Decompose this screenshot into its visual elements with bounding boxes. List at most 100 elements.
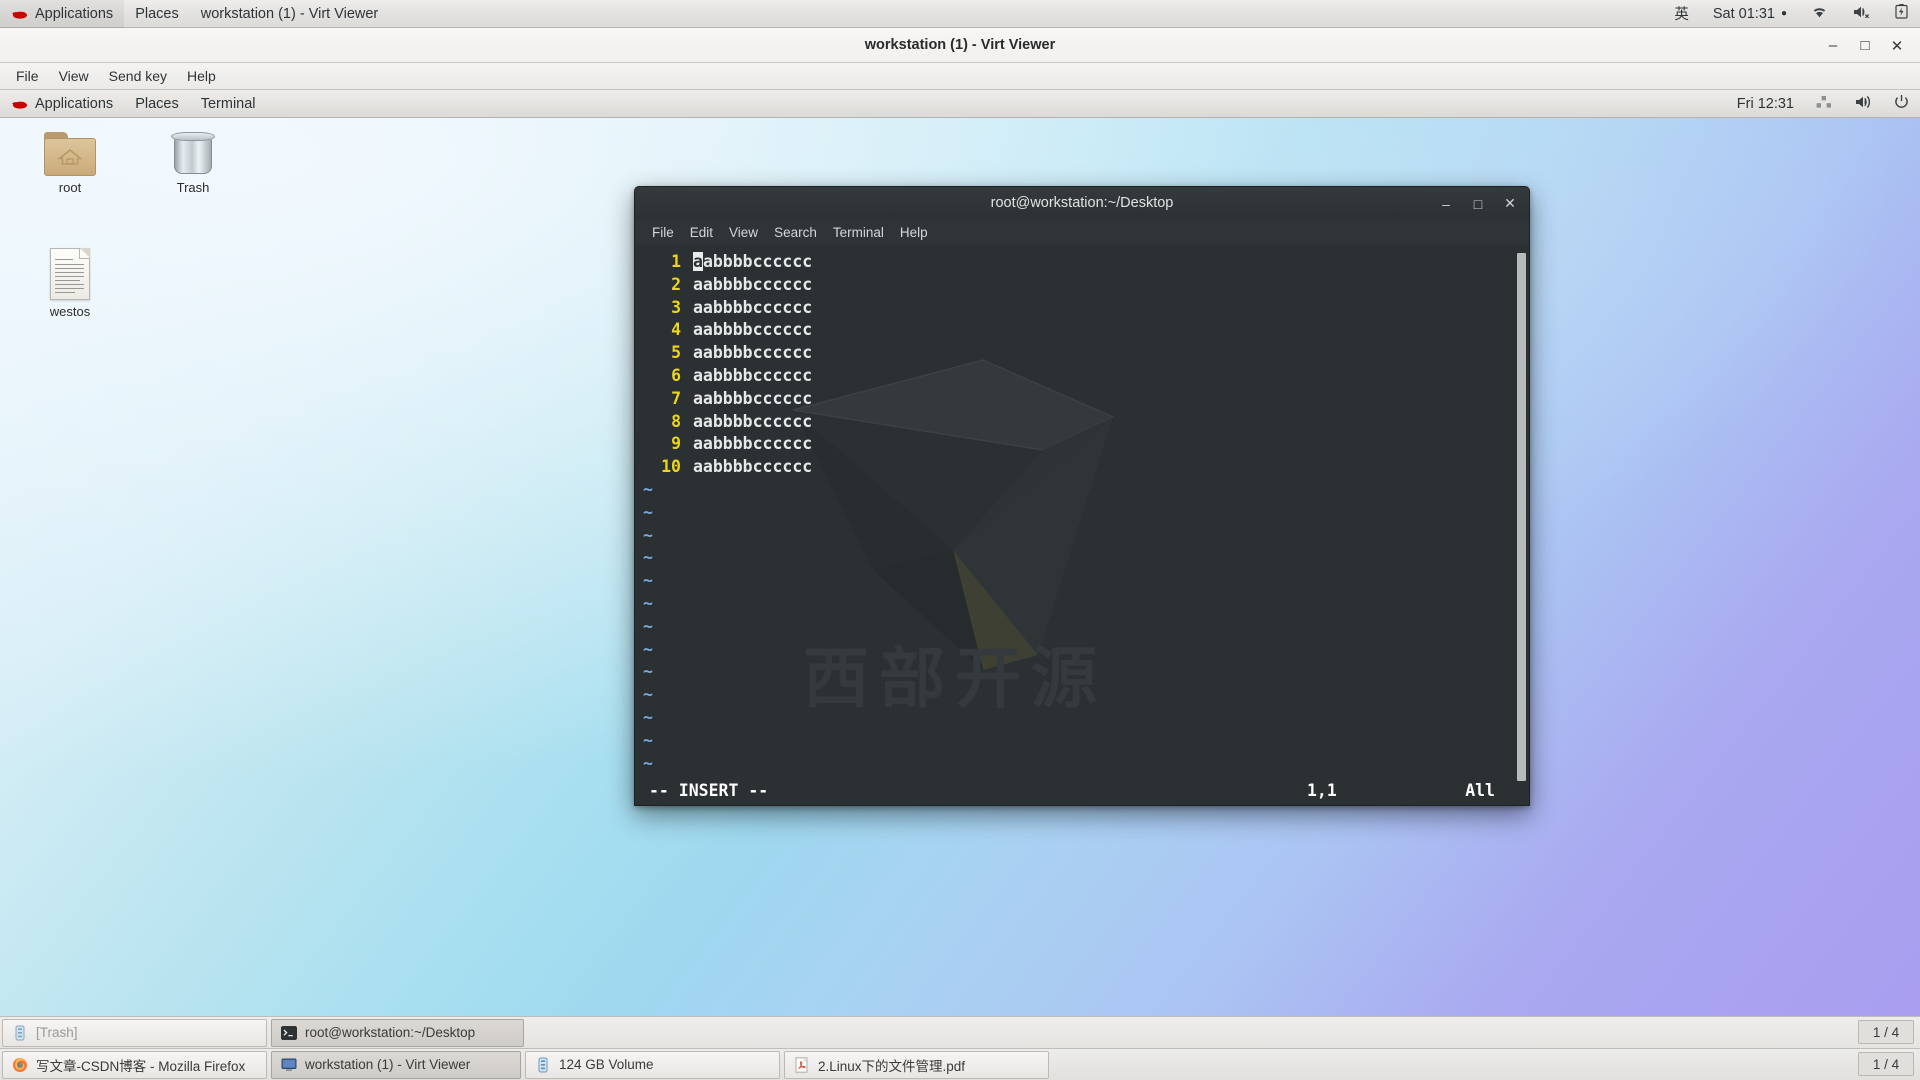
taskbar-item-volume[interactable]: 124 GB Volume — [525, 1050, 780, 1079]
vim-empty-lines: ~ ~ ~ ~ ~ ~ ~ ~ ~ ~ ~ ~ ~ — [635, 479, 1529, 775]
terminal-menu-edit[interactable]: Edit — [683, 219, 720, 245]
vim-line-number: 6 — [671, 365, 681, 385]
guest-panel-status-area: Fri 12:31 — [1726, 90, 1920, 118]
taskbar-item-terminal[interactable]: root@workstation:~/Desktop — [271, 1018, 524, 1047]
vim-tilde-marker: ~ — [643, 730, 653, 750]
guest-clock[interactable]: Fri 12:31 — [1726, 90, 1805, 118]
terminal-menu-help[interactable]: Help — [893, 219, 935, 245]
terminal-menu-file[interactable]: File — [645, 219, 681, 245]
virt-viewer-minimize-button[interactable]: – — [1820, 33, 1846, 59]
vim-cursor-position: 1,1 — [1307, 780, 1337, 800]
terminal-minimize-button[interactable]: – — [1435, 193, 1457, 215]
desktop-icon-westos[interactable]: westos — [22, 248, 118, 319]
vim-line: 1 aabbbbcccccc — [635, 251, 1529, 274]
guest-window-list-terminal[interactable]: Terminal — [190, 90, 267, 118]
vim-line-number: 5 — [671, 343, 681, 363]
taskbar-item-label: [Trash] — [36, 1025, 78, 1040]
drive-icon — [535, 1057, 551, 1073]
vim-line: 10 aabbbbcccccc — [635, 456, 1529, 479]
vim-tilde-marker: ~ — [643, 479, 653, 499]
vim-line-text: aabbbbcccccc — [693, 320, 813, 340]
virt-viewer-menu-help[interactable]: Help — [177, 63, 226, 90]
guest-clock-label: Fri 12:31 — [1736, 95, 1794, 112]
host-applications-menu[interactable]: Applications — [0, 0, 125, 28]
battery-charging-icon — [1895, 4, 1908, 23]
vim-line: 5 aabbbbcccccc — [635, 342, 1529, 365]
desktop-icon-root[interactable]: root — [22, 132, 118, 195]
input-method-indicator[interactable]: 英 — [1662, 0, 1701, 28]
terminal-menubar: File Edit View Search Terminal Help — [634, 219, 1530, 245]
host-places-menu[interactable]: Places — [124, 0, 190, 28]
vim-buffer[interactable]: 1 aabbbbcccccc 2 aabbbbcccccc 3 aabbbbcc… — [635, 245, 1529, 775]
taskbar: [Trash] root@workstation:~/Desktop 1 / 4… — [0, 1016, 1920, 1080]
terminal-title: root@workstation:~/Desktop — [990, 195, 1174, 211]
monitor-icon — [281, 1057, 297, 1073]
virt-viewer-close-button[interactable]: ✕ — [1884, 33, 1910, 59]
vim-empty-line: ~ — [635, 479, 1529, 502]
virt-viewer-menubar: File View Send key Help — [0, 63, 1920, 90]
virt-viewer-menu-file[interactable]: File — [6, 63, 49, 90]
volume-indicator[interactable] — [1840, 0, 1883, 28]
guest-applications-menu[interactable]: Applications — [0, 90, 124, 118]
virt-viewer-menu-send-key[interactable]: Send key — [99, 63, 177, 90]
host-applications-label: Applications — [35, 5, 114, 22]
taskbar-item-pdf[interactable]: 2.Linux下的文件管理.pdf — [784, 1050, 1049, 1079]
terminal-scrollbar[interactable] — [1517, 253, 1526, 781]
vim-line: 3 aabbbbcccccc — [635, 297, 1529, 320]
vim-line-rest: abbbbcccccc — [702, 252, 813, 271]
vim-line: 8 aabbbbcccccc — [635, 411, 1529, 434]
vim-line-text: aabbbbcccccc — [693, 388, 813, 408]
desktop-icon-westos-label: westos — [49, 304, 91, 319]
taskbar-item-firefox[interactable]: 写文章-CSDN博客 - Mozilla Firefox — [2, 1050, 267, 1079]
guest-volume-indicator[interactable] — [1843, 90, 1883, 118]
guest-network-indicator[interactable] — [1805, 90, 1843, 118]
virt-viewer-maximize-button[interactable]: □ — [1852, 33, 1878, 59]
vim-line-text: aabbbbcccccc — [693, 251, 812, 274]
host-window-label: workstation (1) - Virt Viewer — [200, 5, 379, 22]
guest-places-menu[interactable]: Places — [124, 90, 190, 118]
power-icon — [1894, 94, 1909, 113]
terminal-window-controls: – □ ✕ — [1435, 187, 1521, 220]
taskbar-item-trash[interactable]: [Trash] — [2, 1018, 267, 1047]
workspace-pager-row1[interactable]: 1 / 4 — [1858, 1020, 1914, 1044]
workspace-pager-row2[interactable]: 1 / 4 — [1858, 1052, 1914, 1076]
wifi-indicator[interactable] — [1799, 0, 1840, 28]
guest-power-button[interactable] — [1883, 90, 1920, 118]
terminal-titlebar[interactable]: root@workstation:~/Desktop – □ ✕ — [634, 186, 1530, 219]
terminal-menu-view[interactable]: View — [722, 219, 765, 245]
desktop-icon-trash[interactable]: Trash — [145, 130, 241, 195]
host-places-label: Places — [135, 5, 179, 22]
virt-viewer-titlebar: workstation (1) - Virt Viewer – □ ✕ — [0, 28, 1920, 63]
vim-line-text: aabbbbcccccc — [693, 343, 813, 363]
screen-root: Applications Places workstation (1) - Vi… — [0, 0, 1920, 1080]
guest-terminal-label: Terminal — [200, 95, 256, 112]
terminal-close-button[interactable]: ✕ — [1499, 193, 1521, 215]
vim-tilde-marker: ~ — [643, 639, 653, 659]
vim-empty-line: ~ — [635, 593, 1529, 616]
host-clock-label: Sat 01:31 — [1712, 5, 1775, 22]
vim-tilde-marker: ~ — [643, 593, 653, 613]
vim-tilde-marker: ~ — [643, 502, 653, 522]
taskbar-row-2: 写文章-CSDN博客 - Mozilla Firefox workstation… — [0, 1048, 1920, 1080]
volume-muted-icon — [1852, 5, 1871, 23]
vim-line-number: 3 — [671, 297, 681, 317]
vim-tilde-marker: ~ — [643, 707, 653, 727]
taskbar-item-virt-viewer[interactable]: workstation (1) - Virt Viewer — [271, 1050, 521, 1079]
terminal-body[interactable]: 西部开源 1 aabbbbcccccc 2 aabbbbcccccc 3 aab… — [634, 245, 1530, 806]
vim-empty-line: ~ — [635, 525, 1529, 548]
terminal-menu-search[interactable]: Search — [767, 219, 824, 245]
terminal-menu-terminal[interactable]: Terminal — [826, 219, 891, 245]
battery-indicator[interactable] — [1883, 0, 1920, 28]
terminal-maximize-button[interactable]: □ — [1467, 193, 1489, 215]
vim-empty-line: ~ — [635, 616, 1529, 639]
vim-tilde-marker: ~ — [643, 525, 653, 545]
host-clock[interactable]: Sat 01:31 ● — [1701, 0, 1799, 28]
virt-viewer-menu-view[interactable]: View — [49, 63, 99, 90]
vim-line: 9 aabbbbcccccc — [635, 433, 1529, 456]
drive-icon — [12, 1025, 28, 1041]
virt-viewer-window-controls: – □ ✕ — [1820, 28, 1910, 63]
terminal-scrollbar-thumb[interactable] — [1517, 253, 1526, 781]
text-document-icon — [50, 248, 90, 300]
host-window-list-item[interactable]: workstation (1) - Virt Viewer — [190, 0, 390, 28]
wifi-icon — [1811, 5, 1828, 23]
